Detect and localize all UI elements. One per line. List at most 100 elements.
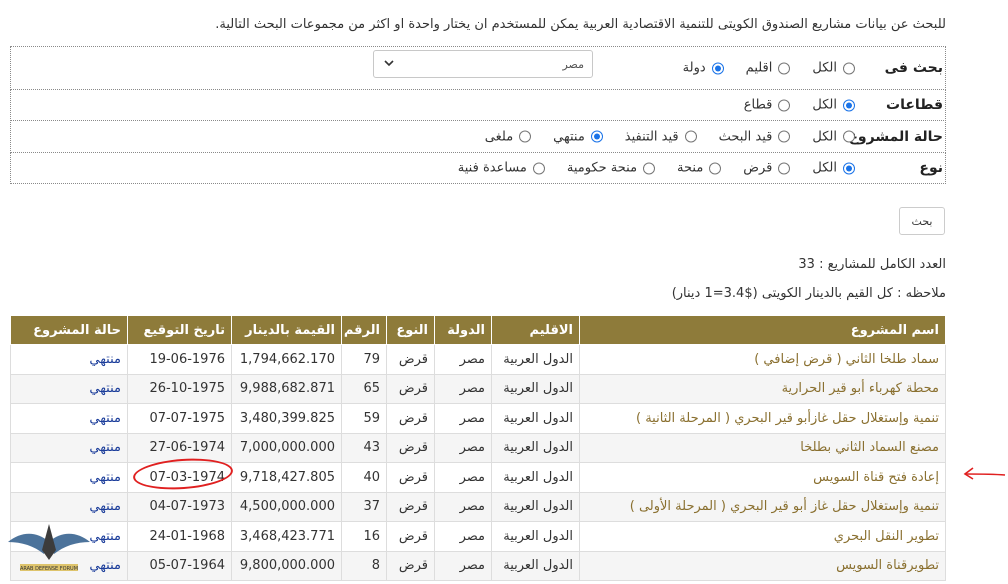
cell-type: قرض (386, 550, 435, 581)
cell-country: مصر (434, 432, 492, 463)
cell-status[interactable]: منتهي (10, 373, 128, 404)
table-row: إعادة فتح قناة السويس الدول العربية مصر قرض… (10, 462, 946, 493)
col-value[interactable]: القيمة بالدينار (231, 315, 342, 345)
cell-type: قرض (386, 403, 435, 434)
radio-circle-selected[interactable] (711, 62, 724, 74)
cell-value: 9,800,000.000 (231, 550, 342, 581)
search-filters: بحث فى الكل اقليم دولة مصر قطاعات الكل ق… (10, 46, 946, 184)
radio-type-all[interactable]: الكل (812, 161, 855, 176)
radio-circle[interactable] (778, 99, 791, 111)
cell-country: مصر (434, 491, 492, 522)
cell-number: 37 (341, 491, 387, 522)
country-select-value: مصر (562, 57, 584, 71)
currency-note: ملاحظه : كل القيم بالدينار الكويتى ($3.4… (671, 286, 946, 301)
radio-search-all[interactable]: الكل (812, 61, 855, 76)
cell-type: قرض (386, 491, 435, 522)
cell-value: 9,988,682.871 (231, 373, 342, 404)
cell-number: 43 (341, 432, 387, 463)
cell-sign-date: 04-07-1973 (127, 491, 232, 522)
cell-project-name[interactable]: تطوير النقل البحري (579, 521, 946, 552)
cell-country: مصر (434, 462, 492, 493)
radio-sector-all[interactable]: الكل (812, 98, 855, 113)
filter-label-search-in: بحث فى (884, 60, 943, 76)
cell-status[interactable]: منتهي (10, 344, 128, 375)
cell-project-name[interactable]: سماد طلخا الثاني ( قرض إضافي ) (579, 344, 946, 375)
radio-status-in-progress[interactable]: قيد التنفيذ (625, 129, 697, 144)
radio-type-grant[interactable]: منحة (677, 161, 722, 176)
cell-number: 16 (341, 521, 387, 552)
cell-status[interactable]: منتهي (10, 403, 128, 434)
col-number[interactable]: الرقم (341, 315, 387, 345)
cell-type: قرض (386, 373, 435, 404)
cell-project-name[interactable]: مصنع السماد الثاني بطلخا (579, 432, 946, 463)
cell-type: قرض (386, 521, 435, 552)
cell-project-name[interactable]: تنمية وإستغلال حقل غاز أبو قير البحري ( … (579, 491, 946, 522)
cell-sign-date: 07-03-1974 (127, 462, 232, 493)
radio-circle[interactable] (843, 62, 855, 74)
cell-project-name[interactable]: تنمية وإستغلال حقل غازأبو قير البحري ( ا… (579, 403, 946, 434)
filter-label-sectors: قطاعات (886, 97, 943, 113)
cell-sign-date: 26-10-1975 (127, 373, 232, 404)
table-row: سماد طلخا الثاني ( قرض إضافي ) الدول العر… (10, 344, 946, 375)
radio-search-region[interactable]: اقليم (746, 61, 791, 76)
radio-type-loan[interactable]: قرض (743, 161, 791, 176)
cell-region: الدول العربية (491, 550, 580, 581)
col-country[interactable]: الدولة (434, 315, 492, 345)
radio-circle[interactable] (684, 130, 697, 143)
cell-value: 7,000,000.000 (231, 432, 342, 463)
total-projects: العدد الكامل للمشاريع : 33 (798, 257, 946, 272)
radio-type-gov-grant[interactable]: منحة حكومية (567, 161, 656, 176)
cell-status[interactable]: منتهي (10, 462, 128, 493)
cell-sign-date: 24-01-1968 (127, 521, 232, 552)
cell-region: الدول العربية (491, 491, 580, 522)
table-row: مصنع السماد الثاني بطلخا الدول العربية مصر… (10, 432, 946, 463)
cell-country: مصر (434, 550, 492, 581)
col-sign-date[interactable]: تاريخ التوقيع (127, 315, 232, 345)
country-select[interactable]: مصر (373, 50, 593, 78)
radio-status-under-study[interactable]: قيد البحث (719, 129, 791, 144)
radio-circle[interactable] (778, 62, 791, 74)
table-row: تطويرقناة السويس الدول العربية مصر قرض 8 9,80… (10, 550, 946, 581)
cell-type: قرض (386, 432, 435, 463)
radio-circle[interactable] (519, 130, 532, 143)
radio-circle-selected[interactable] (843, 99, 855, 111)
radio-circle[interactable] (643, 162, 656, 174)
radio-circle[interactable] (843, 130, 855, 143)
radio-status-completed[interactable]: منتهي (553, 129, 603, 144)
radio-status-all[interactable]: الكل (812, 129, 855, 144)
radio-sector[interactable]: قطاع (744, 98, 791, 113)
col-type[interactable]: النوع (386, 315, 435, 345)
radio-search-country[interactable]: دولة (683, 61, 724, 76)
filter-label-status: حالة المشروع (848, 128, 943, 145)
cell-value: 3,468,423.771 (231, 521, 342, 552)
cell-project-name[interactable]: إعادة فتح قناة السويس (579, 462, 946, 493)
cell-project-name[interactable]: محطة كهرباء أبو قير الحرارية (579, 373, 946, 404)
radio-circle[interactable] (778, 130, 791, 143)
radio-circle-selected[interactable] (843, 162, 855, 174)
search-button[interactable]: بحث (899, 207, 945, 235)
table-row: تطوير النقل البحري الدول العربية مصر قرض 16 3… (10, 521, 946, 552)
cell-status[interactable]: منتهي (10, 550, 128, 581)
col-project-name[interactable]: اسم المشروع (579, 315, 946, 345)
cell-region: الدول العربية (491, 403, 580, 434)
radio-circle[interactable] (532, 162, 545, 174)
cell-status[interactable]: منتهي (10, 521, 128, 552)
cell-value: 3,480,399.825 (231, 403, 342, 434)
filter-row-sectors: قطاعات الكل قطاع (10, 89, 946, 121)
filter-row-status: حالة المشروع الكل قيد البحث قيد التنفيذ … (10, 120, 946, 153)
chevron-down-icon (384, 59, 394, 70)
cell-status[interactable]: منتهي (10, 491, 128, 522)
cell-value: 1,794,662.170 (231, 344, 342, 375)
col-region[interactable]: الاقليم (491, 315, 580, 345)
cell-status[interactable]: منتهي (10, 432, 128, 463)
radio-circle[interactable] (709, 162, 722, 174)
cell-value: 9,718,427.805 (231, 462, 342, 493)
radio-type-tech-assist[interactable]: مساعدة فنية (458, 161, 545, 176)
arrow-left-icon (962, 466, 1006, 486)
radio-circle-selected[interactable] (590, 130, 603, 143)
cell-project-name[interactable]: تطويرقناة السويس (579, 550, 946, 581)
cell-region: الدول العربية (491, 521, 580, 552)
radio-status-cancelled[interactable]: ملغى (485, 129, 532, 144)
radio-circle[interactable] (778, 162, 791, 174)
col-status[interactable]: حالة المشروع (10, 315, 128, 345)
